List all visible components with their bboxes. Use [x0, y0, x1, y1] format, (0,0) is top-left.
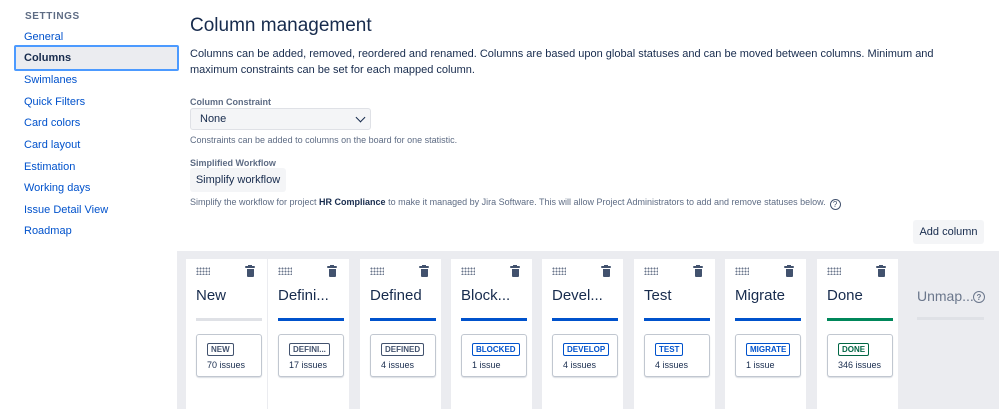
issue-count: 4 issues [655, 360, 689, 370]
column-status-bar [461, 318, 527, 321]
board-column[interactable]: Done DONE 346 issues [817, 259, 898, 409]
status-lozenge: NEW [207, 343, 234, 356]
column-constraint-select[interactable]: None [190, 108, 371, 130]
chevron-down-icon [355, 112, 366, 122]
drag-handle-icon[interactable] [196, 267, 210, 275]
trash-icon[interactable] [601, 265, 611, 277]
status-lozenge: DONE [838, 343, 870, 356]
drag-handle-icon[interactable] [644, 267, 658, 275]
trash-icon[interactable] [245, 265, 255, 277]
status-lozenge: DEVELOP [563, 343, 610, 356]
issue-count: 1 issue [746, 360, 775, 370]
simplify-workflow-button[interactable]: Simplify workflow [190, 168, 286, 192]
workflow-help-suffix: to make it managed by Jira Software. Thi… [385, 197, 826, 207]
status-card[interactable]: TEST 4 issues [644, 334, 710, 377]
sidebar-item-roadmap[interactable]: Roadmap [14, 218, 179, 244]
issue-count: 346 issues [838, 360, 882, 370]
status-lozenge: MIGRATE [746, 343, 791, 356]
status-card[interactable]: MIGRATE 1 issue [735, 334, 801, 377]
issue-count: 4 issues [563, 360, 597, 370]
drag-handle-icon[interactable] [735, 267, 749, 275]
trash-icon[interactable] [327, 265, 337, 277]
drag-handle-icon[interactable] [370, 267, 384, 275]
issue-count: 4 issues [381, 360, 415, 370]
column-status-bar [552, 318, 618, 321]
status-card[interactable]: DEFINI... 17 issues [278, 334, 344, 377]
help-icon[interactable]: ? [829, 199, 841, 210]
column-name[interactable]: Defined [370, 287, 438, 304]
page-title: Column management [190, 15, 372, 36]
column-name[interactable]: Devel... [552, 287, 620, 304]
page-description: Columns can be added, removed, reordered… [190, 48, 934, 76]
simplified-workflow-help: Simplify the workflow for project HR Com… [190, 197, 841, 210]
status-card[interactable]: DONE 346 issues [827, 334, 893, 377]
drag-handle-icon[interactable] [278, 267, 292, 275]
drag-handle-icon[interactable] [827, 267, 841, 275]
status-card[interactable]: DEFINED 4 issues [370, 334, 436, 377]
column-name[interactable]: New [196, 287, 264, 304]
column-constraint-label: Column Constraint [190, 97, 271, 107]
drag-handle-icon[interactable] [461, 267, 475, 275]
board-column[interactable]: Test TEST 4 issues [634, 259, 715, 409]
status-card[interactable]: BLOCKED 1 issue [461, 334, 527, 377]
board-column[interactable]: Block... BLOCKED 1 issue [451, 259, 532, 409]
status-card[interactable]: DEVELOP 4 issues [552, 334, 618, 377]
workflow-help-prefix: Simplify the workflow for project [190, 197, 320, 207]
sidebar-heading: SETTINGS [25, 11, 80, 22]
settings-sidebar: SETTINGS General Columns Swimlanes Quick… [0, 0, 180, 409]
issue-count: 70 issues [207, 360, 246, 370]
status-lozenge: TEST [655, 343, 684, 356]
column-status-bar [644, 318, 710, 321]
unmapped-bar [917, 317, 984, 320]
issue-count: 1 issue [472, 360, 501, 370]
column-name[interactable]: Migrate [735, 287, 803, 304]
trash-icon[interactable] [876, 265, 886, 277]
status-lozenge: DEFINI... [289, 343, 330, 356]
board-column[interactable]: Defini... DEFINI... 17 issues [268, 259, 349, 409]
column-status-bar [827, 318, 893, 321]
trash-icon[interactable] [693, 265, 703, 277]
help-icon[interactable]: ? [973, 291, 985, 303]
unmapped-statuses-heading: Unmap... [917, 288, 974, 304]
project-name: HR Compliance [319, 197, 386, 207]
column-name[interactable]: Test [644, 287, 712, 304]
add-column-button[interactable]: Add column [913, 220, 984, 244]
column-constraint-help: Constraints can be added to columns on t… [190, 135, 458, 145]
column-status-bar [196, 318, 262, 321]
drag-handle-icon[interactable] [552, 267, 566, 275]
status-card[interactable]: NEW 70 issues [196, 334, 262, 377]
column-constraint-value: None [200, 113, 227, 125]
trash-icon[interactable] [510, 265, 520, 277]
trash-icon[interactable] [784, 265, 794, 277]
column-status-bar [278, 318, 344, 321]
column-name[interactable]: Done [827, 287, 895, 304]
column-name[interactable]: Defini... [278, 287, 346, 304]
board-column[interactable]: Defined DEFINED 4 issues [360, 259, 441, 409]
issue-count: 17 issues [289, 360, 328, 370]
column-name[interactable]: Block... [461, 287, 529, 304]
board-column[interactable]: New NEW 70 issues [186, 259, 267, 409]
status-lozenge: BLOCKED [472, 343, 520, 356]
trash-icon[interactable] [419, 265, 429, 277]
simplified-workflow-label: Simplified Workflow [190, 158, 276, 168]
column-status-bar [370, 318, 436, 321]
board-column[interactable]: Devel... DEVELOP 4 issues [542, 259, 623, 409]
board-column[interactable]: Migrate MIGRATE 1 issue [725, 259, 806, 409]
status-lozenge: DEFINED [381, 343, 425, 356]
column-status-bar [735, 318, 801, 321]
